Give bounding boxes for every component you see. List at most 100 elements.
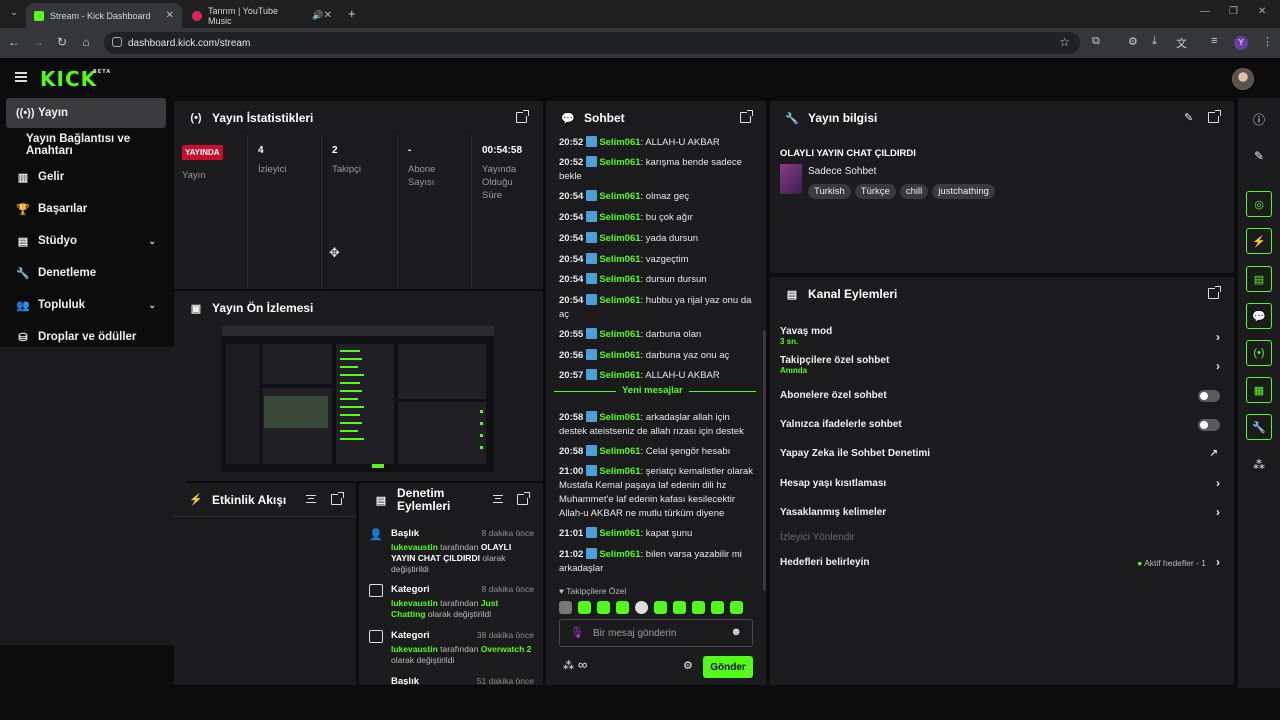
emote-icon[interactable] — [616, 601, 629, 614]
popout-icon[interactable] — [740, 110, 753, 123]
browser-menu-icon[interactable]: ⋮ — [1262, 35, 1273, 48]
emoji-icon[interactable]: ☻ — [730, 626, 742, 638]
message-username[interactable]: Selim061 — [599, 212, 640, 223]
chevron-down-icon[interactable]: ⌄ — [148, 236, 156, 247]
rail-broadcast-icon[interactable]: (•) — [1246, 340, 1272, 366]
subscribers-only-toggle[interactable] — [1198, 390, 1220, 402]
profile-avatar[interactable]: Y — [1234, 36, 1248, 50]
forward-icon[interactable]: → — [26, 35, 50, 49]
translate-icon[interactable]: 文 — [1176, 35, 1187, 51]
sidebar-item-denetleme[interactable]: 🔧 Denetleme — [6, 258, 166, 288]
infinity-icon[interactable]: ∞ — [578, 657, 587, 672]
rail-activity-icon[interactable]: ⚡ — [1246, 228, 1272, 254]
message-username[interactable]: Selim061 — [599, 528, 640, 539]
stream-preview-video[interactable] — [222, 326, 494, 472]
rail-moderation-icon[interactable]: ▤ — [1246, 266, 1272, 292]
back-icon[interactable]: ← — [2, 35, 26, 49]
rail-chat-icon[interactable]: 💬 — [1246, 303, 1272, 329]
popout-icon[interactable] — [1208, 286, 1221, 299]
url-field[interactable]: dashboard.kick.com/stream ☆ — [104, 32, 1080, 54]
message-username[interactable]: Selim061 — [599, 254, 640, 265]
reading-list-icon[interactable]: ≡ — [1211, 35, 1217, 47]
user-avatar[interactable] — [1232, 68, 1254, 90]
downloads-icon[interactable]: ⤓ — [1152, 35, 1157, 48]
browser-tab-kick[interactable]: Stream - Kick Dashboard ✕ — [26, 3, 182, 28]
action-account-age[interactable]: Hesap yaşı kısıtlaması › — [780, 476, 1220, 490]
message-username[interactable]: Selim061 — [599, 157, 640, 168]
chevron-right-icon[interactable]: › — [1216, 476, 1220, 490]
minimize-window-button[interactable]: — — [1200, 6, 1210, 17]
info-icon[interactable]: ⓘ — [1246, 106, 1272, 132]
message-username[interactable]: Selim061 — [599, 295, 640, 306]
emote-icon[interactable] — [578, 601, 591, 614]
rail-stream-preview-icon[interactable]: ◎ — [1246, 191, 1272, 217]
maximize-window-button[interactable]: ❐ — [1229, 6, 1238, 17]
reload-icon[interactable]: ↻ — [50, 35, 74, 49]
message-username[interactable]: Selim061 — [599, 549, 640, 560]
rail-channel-actions-icon[interactable]: ▦ — [1246, 377, 1272, 403]
message-username[interactable]: Selim061 — [599, 412, 640, 423]
new-tab-button[interactable]: + — [348, 6, 356, 21]
chat-input[interactable]: 🎙 Bir mesaj gönderin ☻ — [559, 619, 753, 647]
emotes-only-toggle[interactable] — [1198, 419, 1220, 431]
message-username[interactable]: Selim061 — [599, 191, 640, 202]
external-link-icon[interactable]: ↗ — [1210, 448, 1218, 459]
home-icon[interactable]: ⌂ — [74, 35, 98, 49]
close-window-button[interactable]: ✕ — [1258, 6, 1266, 17]
bookmark-star-icon[interactable]: ☆ — [1059, 35, 1070, 49]
chevron-right-icon[interactable]: › — [1216, 505, 1220, 519]
menu-hamburger-icon[interactable] — [15, 72, 27, 82]
action-emotes-only[interactable]: Yalnızca ifadelerle sohbet — [780, 419, 1220, 431]
chat-settings-gear-icon[interactable]: ⚙ — [683, 659, 693, 672]
emote-icon[interactable] — [597, 601, 610, 614]
browser-tab-youtube-music[interactable]: Tanrım | YouTube Music 🔊 ✕ — [184, 3, 340, 28]
tag-chip[interactable]: justchathing — [932, 184, 995, 199]
emote-icon[interactable] — [673, 601, 686, 614]
emote-icon[interactable] — [654, 601, 667, 614]
tab-search-chevron-icon[interactable]: ⌄ — [2, 7, 26, 18]
popout-icon[interactable] — [1208, 110, 1221, 123]
tag-chip[interactable]: Türkçe — [854, 184, 896, 199]
chevron-right-icon[interactable]: › — [1216, 359, 1220, 373]
chevron-right-icon[interactable]: › — [1216, 555, 1220, 569]
sidebar-item-gelir[interactable]: ▥ Gelir — [6, 162, 166, 192]
chevron-down-icon[interactable]: ⌄ — [148, 300, 156, 311]
action-slow-mode[interactable]: Yavaş mod 3 sn. › — [780, 326, 1220, 346]
sidebar-item-basarilar[interactable]: 🏆 Başarılar — [6, 194, 166, 224]
site-info-icon[interactable] — [112, 37, 122, 47]
chevron-right-icon[interactable]: › — [1216, 330, 1220, 344]
popout-icon[interactable] — [331, 492, 344, 505]
filter-icon[interactable] — [306, 495, 316, 503]
action-followers-only[interactable]: Takipçilere özel sohbet Anında › — [780, 355, 1220, 375]
action-banned-words[interactable]: Yasaklanmış kelimeler › — [780, 505, 1220, 519]
emote-icon[interactable] — [635, 601, 648, 614]
message-username[interactable]: Selim061 — [599, 350, 640, 361]
message-username[interactable]: Selim061 — [599, 274, 640, 285]
tag-chip[interactable]: chill — [899, 184, 929, 199]
microphone-icon[interactable]: 🎙 — [570, 626, 584, 639]
message-username[interactable]: Selim061 — [599, 233, 640, 244]
tag-chip[interactable]: Turkish — [808, 184, 851, 199]
emote-icon[interactable] — [730, 601, 743, 614]
sidebar-item-studyo[interactable]: ▤ Stüdyo ⌄ — [6, 226, 166, 256]
message-username[interactable]: Selim061 — [599, 137, 640, 148]
kick-logo[interactable]: KICK BETA — [40, 67, 110, 91]
emote-icon[interactable] — [711, 601, 724, 614]
rail-stream-info-icon[interactable]: 🔧 — [1246, 414, 1272, 440]
extensions-icon[interactable]: ⧉ — [1092, 35, 1100, 48]
close-tab-icon[interactable]: ✕ — [166, 10, 174, 21]
action-set-goals[interactable]: Hedefleri belirleyin ● Aktif hedefler - … — [780, 555, 1220, 569]
community-points-icon[interactable]: ⁂ — [563, 659, 574, 672]
edit-pencil-icon[interactable]: ✎ — [1246, 143, 1272, 169]
performance-icon[interactable]: ⚙ — [1128, 35, 1138, 48]
filter-icon[interactable] — [493, 495, 503, 503]
message-username[interactable]: Selim061 — [599, 370, 640, 381]
close-tab-icon[interactable]: ✕ — [324, 10, 332, 21]
message-username[interactable]: Selim061 — [599, 446, 640, 457]
rail-more-icon[interactable]: ⁂ — [1246, 452, 1272, 478]
message-username[interactable]: Selim061 — [599, 466, 640, 477]
sidebar-item-stream-key[interactable]: Yayın Bağlantısı ve Anahtarı — [16, 130, 176, 160]
action-subscribers-only[interactable]: Abonelere özel sohbet — [780, 390, 1220, 402]
send-button[interactable]: Gönder — [703, 656, 753, 678]
emote-icon[interactable] — [692, 601, 705, 614]
